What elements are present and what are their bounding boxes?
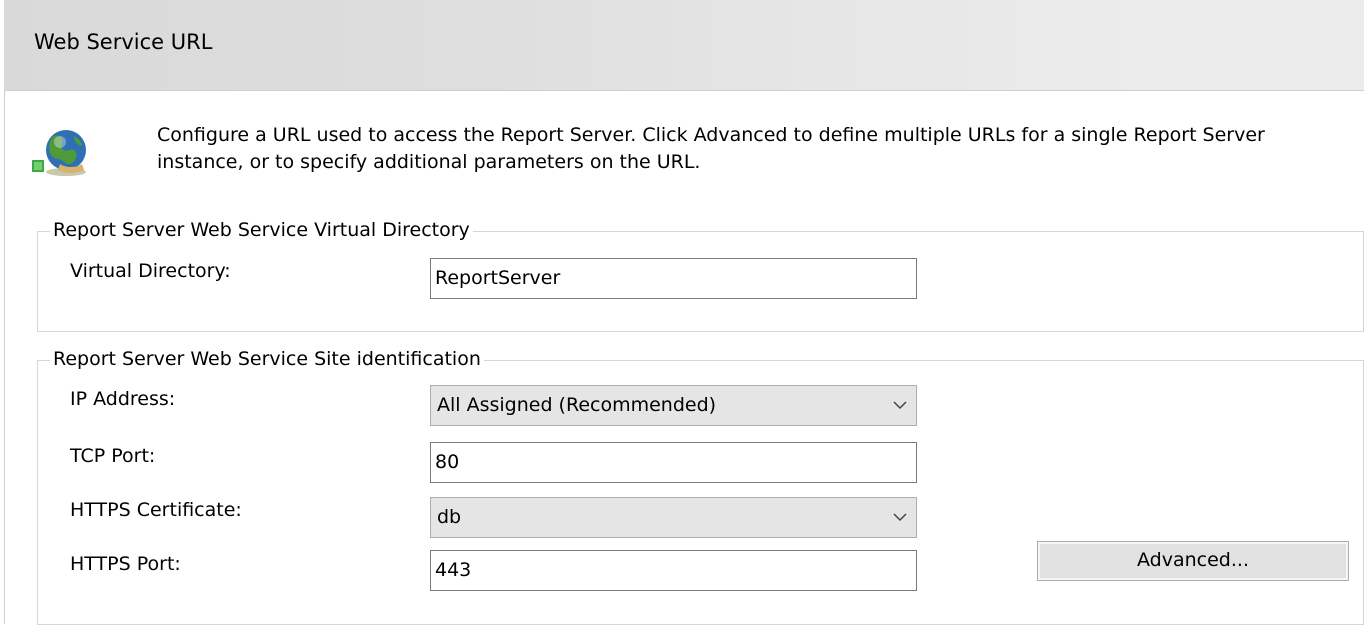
left-border bbox=[0, 90, 5, 624]
virtual-directory-input[interactable]: ReportServer bbox=[430, 258, 917, 299]
tcp-port-input[interactable]: 80 bbox=[430, 442, 917, 483]
https-port-input[interactable]: 443 bbox=[430, 550, 917, 591]
tcp-port-label: TCP Port: bbox=[70, 445, 156, 467]
chevron-down-icon bbox=[893, 513, 907, 522]
page-header: Web Service URL bbox=[4, 0, 1364, 91]
ip-address-label: IP Address: bbox=[70, 388, 176, 410]
advanced-button[interactable]: Advanced... bbox=[1037, 541, 1349, 581]
https-certificate-selected-value: db bbox=[437, 506, 462, 528]
ip-address-selected-value: All Assigned (Recommended) bbox=[437, 394, 717, 416]
virtual-directory-group-legend: Report Server Web Service Virtual Direct… bbox=[50, 218, 473, 242]
virtual-directory-label: Virtual Directory: bbox=[70, 260, 231, 282]
globe-network-icon bbox=[32, 130, 86, 176]
intro-description: Configure a URL used to access the Repor… bbox=[157, 122, 1347, 176]
page-title: Web Service URL bbox=[34, 30, 213, 54]
intro-line-1: Configure a URL used to access the Repor… bbox=[157, 124, 1265, 146]
ip-address-dropdown[interactable]: All Assigned (Recommended) bbox=[430, 385, 917, 426]
chevron-down-icon bbox=[893, 401, 907, 410]
site-identification-group-legend: Report Server Web Service Site identific… bbox=[50, 347, 484, 371]
https-certificate-label: HTTPS Certificate: bbox=[70, 499, 242, 521]
https-port-label: HTTPS Port: bbox=[70, 553, 181, 575]
intro-line-2: instance, or to specify additional param… bbox=[157, 151, 701, 173]
https-certificate-dropdown[interactable]: db bbox=[430, 497, 917, 538]
